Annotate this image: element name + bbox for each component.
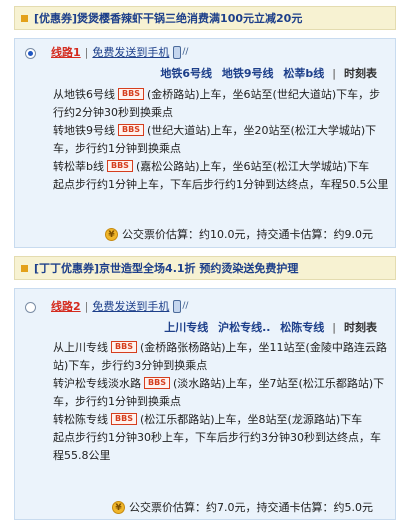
bullet-icon [21, 264, 28, 272]
send-to-phone-link[interactable]: 免费发送到手机 [92, 298, 169, 314]
bbs-badge[interactable]: BBS [118, 124, 144, 136]
route-1-lines: 地铁6号线 地铁9号线 松莘b线 | 时刻表 [160, 67, 377, 80]
promo-banner-1[interactable]: [优惠券]煲煲樱香辣虾干锅三绝消费满100元立减20元 [14, 6, 396, 30]
line-name[interactable]: 地铁9号线 [222, 67, 274, 80]
step-item: 从地铁6号线 BBS (金桥路站)上车，坐6站至(世纪大道站)下车，步行约2分钟30… [53, 88, 381, 119]
route-2-steps: 从上川专线 BBS (金桥路张杨路站)上车，坐11站至(金陵中路连云路站)下车，步行… [53, 339, 391, 465]
coin-icon: ¥ [105, 227, 118, 241]
transit-results: [优惠券]煲煲樱香辣虾干锅三绝消费满100元立减20元 线路1 | 免费发送到手… [0, 0, 403, 526]
route-card-1: 线路1 | 免费发送到手机 // 地铁6号线 地铁9号线 松莘b线 | 时刻表 … [14, 38, 396, 248]
route-1-steps: 从地铁6号线 BBS (金桥路站)上车，坐6站至(世纪大道站)下车，步行约2分钟30… [53, 86, 391, 194]
promo-text[interactable]: [优惠券]煲煲樱香辣虾干锅三绝消费满100元立减20元 [34, 10, 302, 26]
route-2-radio[interactable] [25, 302, 36, 313]
route-1-radio[interactable] [25, 48, 36, 59]
line-name[interactable]: 沪松专线.. [218, 321, 270, 334]
step-item: 从上川专线 BBS (金桥路张杨路站)上车，坐11站至(金陵中路连云路站)下车，步行… [53, 341, 387, 372]
send-to-phone-link[interactable]: 免费发送到手机 [92, 44, 169, 60]
promo-text[interactable]: [丁丁优惠券]京世造型全场4.1折 预约烫染送免费护理 [34, 260, 298, 276]
signal-icon: // [182, 301, 189, 311]
bbs-badge[interactable]: BBS [106, 160, 133, 172]
route-2-lines: 上川专线 沪松专线.. 松陈专线 | 时刻表 [164, 321, 377, 334]
step-item: 转松莘b线 BBS (嘉松公路站)上车，坐6站至(松江大学城站)下车 [53, 160, 370, 173]
bbs-badge[interactable]: BBS [118, 88, 144, 100]
bbs-badge[interactable]: BBS [144, 377, 170, 389]
step-item: 转松陈专线 BBS (松江乐都路站)上车，坐8站至(龙源路站)下车 [53, 413, 363, 426]
route-card-2: 线路2 | 免费发送到手机 // 上川专线 沪松专线.. 松陈专线 | 时刻表 … [14, 288, 396, 520]
timetable-link[interactable]: 时刻表 [344, 67, 377, 80]
timetable-link[interactable]: 时刻表 [344, 321, 377, 334]
line-name[interactable]: 松陈专线 [280, 321, 324, 334]
line-name[interactable]: 松莘b线 [283, 67, 324, 80]
fare-estimate: ¥ 公交票价估算：约10.0元，持交通卡估算：约9.0元 [105, 226, 373, 242]
coin-icon: ¥ [112, 500, 125, 514]
route-summary: 起点步行约1分钟30秒上车，下车后步行约3分钟30秒到达终点，车程55.8公里 [53, 431, 381, 462]
mobile-phone-icon [173, 45, 182, 59]
mobile-phone-icon [173, 299, 182, 313]
line-name[interactable]: 地铁6号线 [160, 67, 212, 80]
bullet-icon [21, 14, 28, 22]
route-1-header: 线路1 | 免费发送到手机 // [51, 44, 189, 60]
step-item: 转地铁9号线 BBS (世纪大道站)上车，坐20站至(松江大学城站)下车，步行约1分… [53, 124, 377, 155]
route-2-name-link[interactable]: 线路2 [51, 298, 81, 314]
route-summary: 起点步行约1分钟上车，下车后步行约1分钟到达终点，车程50.5公里 [53, 178, 389, 191]
route-2-header: 线路2 | 免费发送到手机 // [51, 298, 189, 314]
bbs-badge[interactable]: BBS [111, 341, 137, 353]
line-name[interactable]: 上川专线 [164, 321, 208, 334]
step-item: 转沪松专线淡水路 BBS (淡水路站)上车，坐7站至(松江乐都路站)下车，步行约1分… [53, 377, 385, 408]
bbs-badge[interactable]: BBS [111, 413, 137, 425]
signal-icon: // [182, 47, 189, 57]
fare-estimate: ¥ 公交票价估算：约7.0元，持交通卡估算：约5.0元 [112, 499, 373, 515]
route-1-name-link[interactable]: 线路1 [51, 44, 81, 60]
promo-banner-2[interactable]: [丁丁优惠券]京世造型全场4.1折 预约烫染送免费护理 [14, 256, 396, 280]
